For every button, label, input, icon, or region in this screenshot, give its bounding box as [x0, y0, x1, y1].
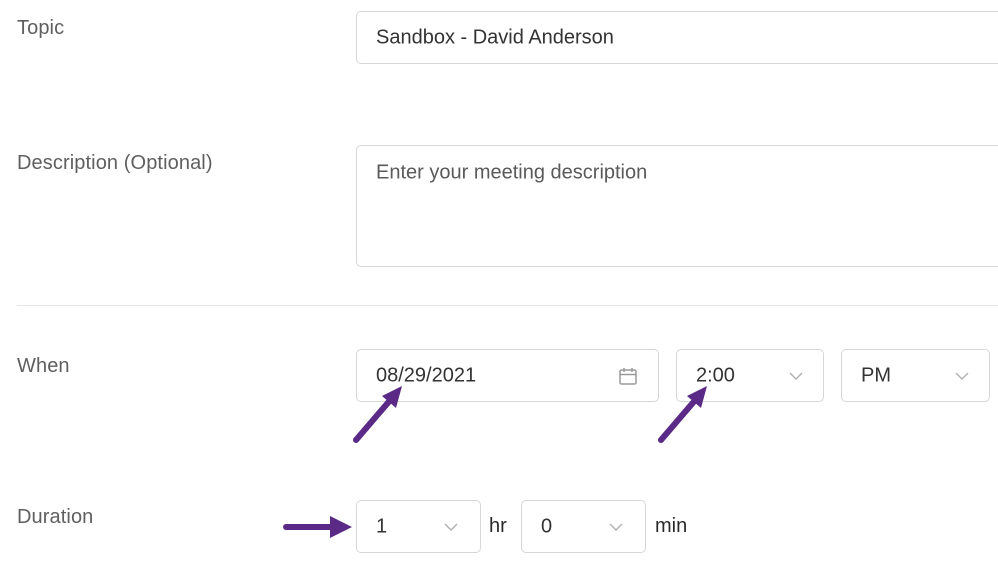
hours-value: 1	[376, 515, 388, 537]
description-label: Description (Optional)	[17, 152, 213, 174]
section-divider	[17, 305, 998, 306]
description-placeholder: Enter your meeting description	[376, 161, 648, 184]
minutes-value: 0	[541, 515, 553, 537]
chevron-down-icon	[609, 523, 623, 531]
chevron-down-icon	[444, 523, 458, 531]
description-textarea[interactable]: Enter your meeting description	[356, 145, 998, 267]
duration-hours-select[interactable]: 1	[356, 500, 481, 553]
minutes-unit-label: min	[655, 515, 688, 537]
meeting-schedule-form: Topic Sandbox - David Anderson Descripti…	[0, 0, 998, 582]
duration-minutes-select[interactable]: 0	[521, 500, 646, 553]
arrow-icon	[353, 386, 402, 443]
ampm-select[interactable]: PM	[841, 349, 990, 402]
hours-unit-label: hr	[489, 515, 507, 537]
arrow-icon	[283, 516, 352, 538]
arrow-icon	[658, 386, 707, 443]
chevron-down-icon	[789, 372, 803, 380]
topic-label: Topic	[17, 17, 65, 39]
when-label: When	[17, 355, 70, 377]
duration-label: Duration	[17, 506, 94, 528]
topic-input[interactable]: Sandbox - David Anderson	[356, 11, 998, 64]
calendar-icon[interactable]	[618, 366, 638, 386]
topic-input-value: Sandbox - David Anderson	[376, 26, 614, 48]
ampm-value: PM	[861, 364, 891, 386]
chevron-down-icon	[955, 372, 969, 380]
